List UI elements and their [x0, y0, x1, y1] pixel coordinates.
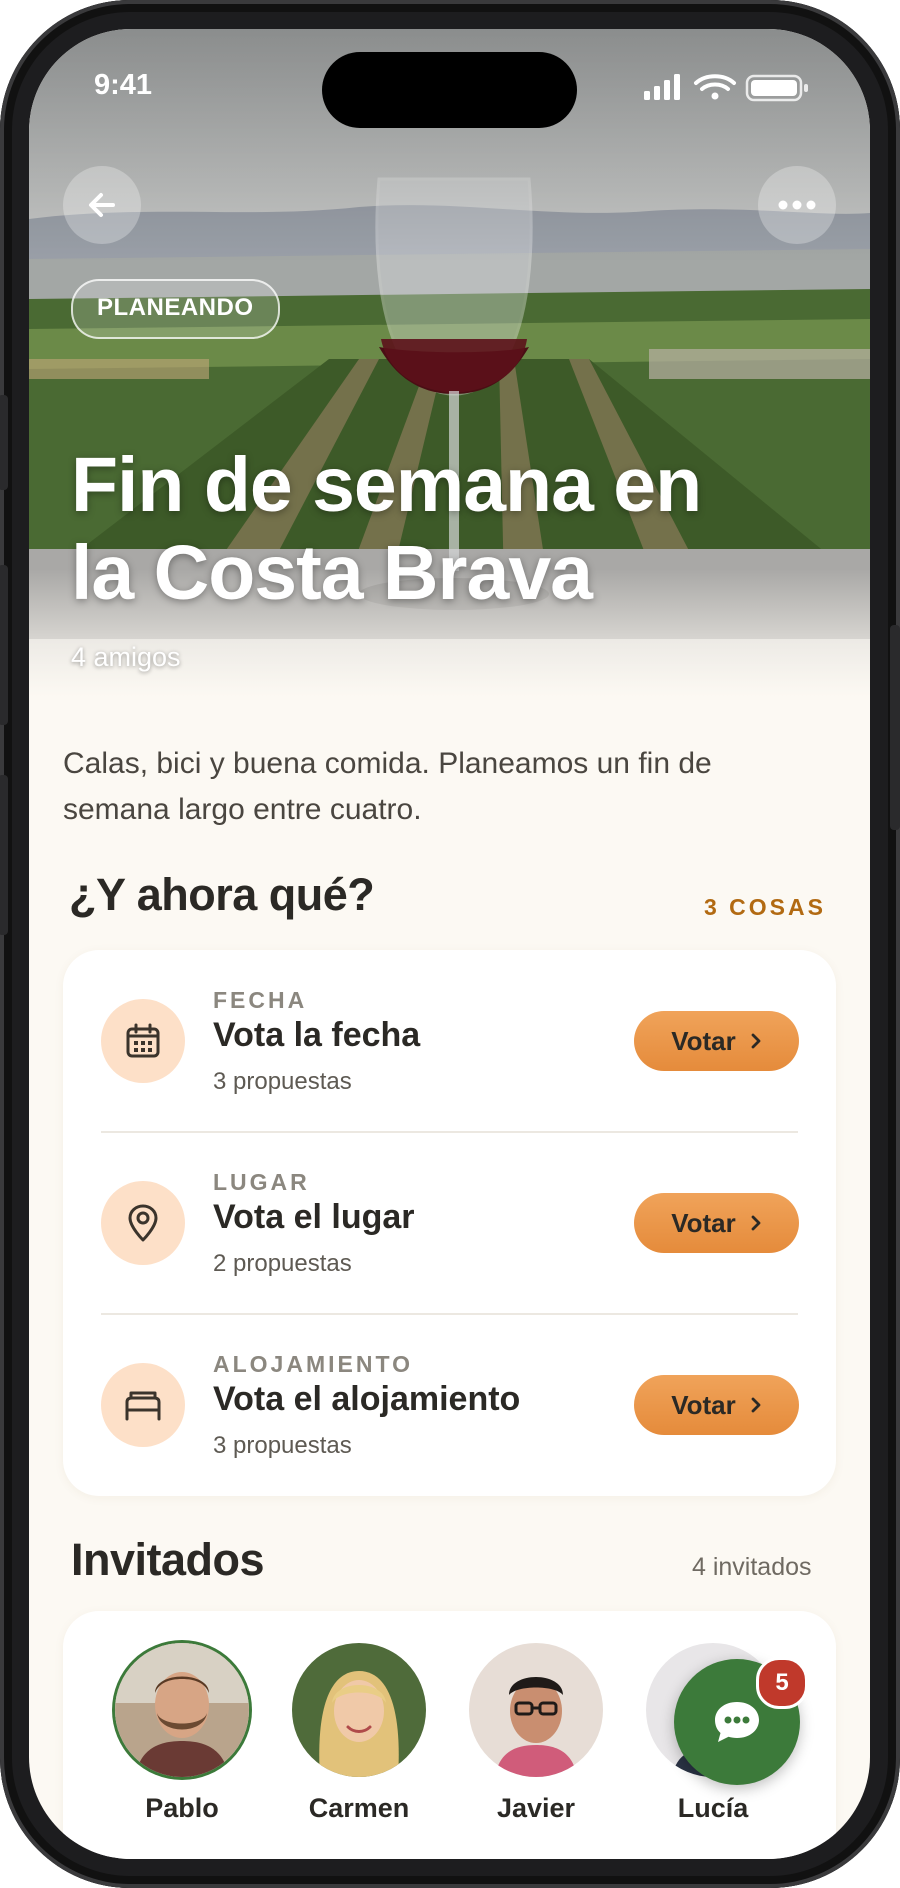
bed-icon: [125, 1391, 161, 1421]
mute-switch: [0, 395, 8, 490]
task-title: Vota el lugar: [213, 1198, 415, 1236]
task-row-lodging[interactable]: ALOJAMIENTO Vota el alojamiento 3 propue…: [63, 1314, 836, 1496]
page-title-line-1: Fin de semana en: [71, 442, 702, 528]
chevron-right-icon: [751, 1215, 761, 1231]
task-kicker: ALOJAMIENTO: [213, 1351, 413, 1377]
battery-icon: [745, 74, 808, 102]
power-button: [890, 625, 900, 830]
chevron-right-icon: [751, 1033, 761, 1049]
guest-name: Javier: [496, 1793, 576, 1823]
signal-icon: [644, 74, 680, 100]
chat-bubble-icon: [715, 1702, 759, 1742]
notification-badge: 5: [756, 1657, 808, 1709]
guest-javier[interactable]: Javier: [466, 1643, 606, 1824]
task-kicker: LUGAR: [213, 1169, 310, 1195]
more-horizontal-icon: [778, 200, 816, 210]
avatar: [115, 1643, 249, 1777]
guest-name: Lucía: [677, 1793, 749, 1823]
avatar: [469, 1643, 603, 1777]
arrow-left-icon: [89, 193, 115, 217]
app-screen: 9:41 PLANEANDO Fin de semana en la Costa…: [29, 29, 870, 1859]
status-time: 9:41: [94, 69, 153, 101]
volume-up-button: [0, 565, 8, 725]
task-icon-wrap: [101, 999, 185, 1083]
status-icons: [644, 73, 814, 107]
vote-lodging-button[interactable]: Votar: [634, 1375, 799, 1435]
vote-button-label: Votar: [671, 1207, 736, 1238]
vote-date-button[interactable]: Votar: [634, 1011, 799, 1071]
guests-count: 4 invitados: [692, 1553, 812, 1581]
wifi-icon: [694, 74, 736, 100]
page-title-line-2: la Costa Brava: [71, 530, 593, 616]
guest-carmen[interactable]: Carmen: [289, 1643, 429, 1824]
calendar-icon: [126, 1023, 160, 1058]
hero-header: 9:41 PLANEANDO Fin de semana en la Costa…: [29, 29, 870, 697]
vote-place-button[interactable]: Votar: [634, 1193, 799, 1253]
vote-button-label: Votar: [671, 1025, 736, 1056]
next-steps-count: 3 COSAS: [704, 894, 826, 920]
task-subtitle: 3 propuestas: [213, 1432, 352, 1459]
task-row-place[interactable]: LUGAR Vota el lugar 2 propuestas Votar: [63, 1132, 836, 1314]
phone-frame: 9:41 PLANEANDO Fin de semana en la Costa…: [0, 0, 900, 1888]
back-button[interactable]: [63, 166, 141, 244]
guest-name: Pablo: [145, 1793, 219, 1823]
task-subtitle: 3 propuestas: [213, 1068, 352, 1095]
next-steps-card: FECHA Vota la fecha 3 propuestas Votar L…: [63, 950, 836, 1496]
task-subtitle: 2 propuestas: [213, 1250, 352, 1277]
status-badge: PLANEANDO: [71, 279, 280, 339]
guest-name: Carmen: [308, 1793, 410, 1823]
task-title: Vota la fecha: [213, 1016, 421, 1054]
task-row-date[interactable]: FECHA Vota la fecha 3 propuestas Votar: [63, 950, 836, 1132]
next-steps-title: ¿Y ahora qué?: [69, 869, 375, 920]
task-icon-wrap: [101, 1363, 185, 1447]
page-title: Fin de semana en la Costa Brava: [71, 441, 831, 617]
vote-button-label: Votar: [671, 1389, 736, 1420]
task-title: Vota el alojamiento: [213, 1380, 521, 1418]
avatar: [292, 1643, 426, 1777]
map-pin-icon: [128, 1204, 158, 1242]
more-button[interactable]: [758, 166, 836, 244]
task-icon-wrap: [101, 1181, 185, 1265]
plan-description: Calas, bici y buena comida. Planeamos un…: [63, 747, 712, 826]
member-count: 4 amigos: [71, 642, 181, 672]
volume-down-button: [0, 775, 8, 935]
guests-title: Invitados: [71, 1534, 265, 1585]
task-kicker: FECHA: [213, 987, 308, 1013]
chevron-right-icon: [751, 1397, 761, 1413]
dynamic-island: [322, 52, 577, 128]
guest-pablo[interactable]: Pablo: [112, 1643, 252, 1824]
